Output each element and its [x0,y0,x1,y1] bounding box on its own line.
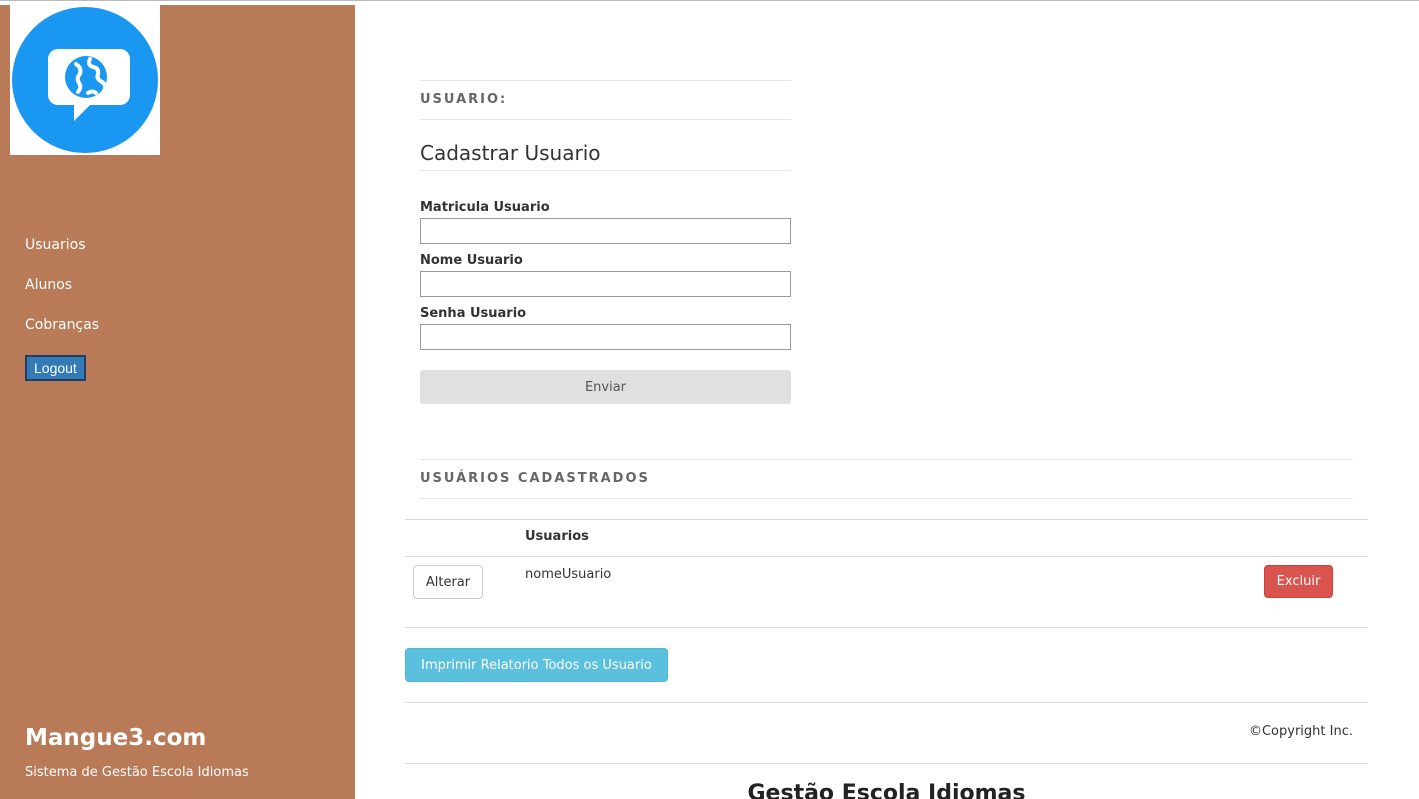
matricula-label: Matricula Usuario [420,200,550,215]
section-heading-usuario: USUARIO: [420,80,791,120]
section-heading-usuarios-cadastrados: USUÁRIOS CADASTRADOS [420,459,1353,499]
brand-name: Mangue3.com [25,725,207,751]
logo-circle [12,7,158,153]
print-report-button[interactable]: Imprimir Relatorio Todos os Usuario [405,648,668,682]
sidebar-nav: Usuarios Alunos Cobranças [25,235,99,355]
brand-subtitle: Sistema de Gestão Escola Idiomas [25,765,249,780]
sidebar-item-usuarios[interactable]: Usuarios [25,235,99,275]
nome-label: Nome Usuario [420,253,523,268]
footer-title: Gestão Escola Idiomas [747,781,1026,799]
sidebar: Usuarios Alunos Cobranças Logout Mangue3… [0,5,355,799]
logout-button[interactable]: Logout [25,355,86,381]
table-bottom-border [405,627,1368,628]
copyright-text: ©Copyright Inc. [1248,724,1353,739]
table-header-border [405,556,1368,557]
sidebar-item-alunos[interactable]: Alunos [25,275,99,315]
footer-divider-2 [405,763,1368,764]
senha-label: Senha Usuario [420,306,527,321]
matricula-input[interactable] [420,218,791,244]
senha-input[interactable] [420,324,791,350]
chat-globe-icon [48,49,130,121]
column-header-usuarios: Usuarios [525,529,589,544]
user-name-cell: nomeUsuario [525,567,612,582]
delete-button[interactable]: Excluir [1264,565,1333,598]
form-title: Cadastrar Usuario [420,141,791,171]
edit-button[interactable]: Alterar [413,565,483,599]
sidebar-item-cobrancas[interactable]: Cobranças [25,315,99,355]
table-top-border [405,519,1368,520]
nome-input[interactable] [420,271,791,297]
footer-divider [405,702,1368,703]
logo [10,5,160,155]
submit-button[interactable]: Enviar [420,370,791,404]
